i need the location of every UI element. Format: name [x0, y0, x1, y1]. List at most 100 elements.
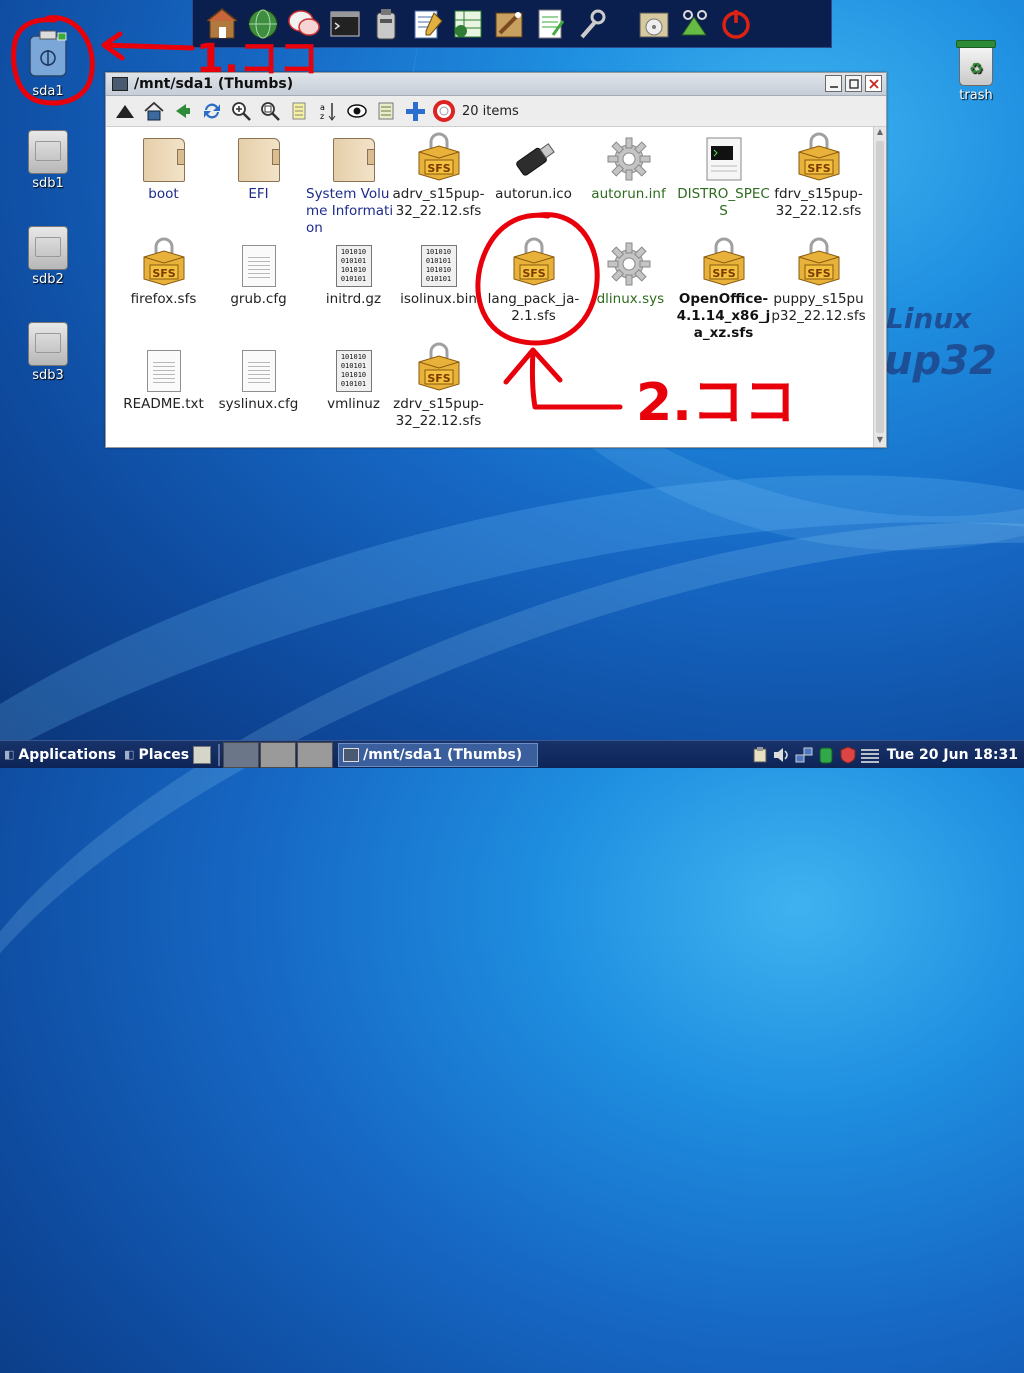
show-desktop-icon[interactable]	[193, 745, 212, 764]
file-item[interactable]: SFS firefox.sfs	[116, 235, 211, 308]
file-item[interactable]: SFS fdrv_s15pup-32_22.12.sfs	[771, 130, 866, 220]
desktop-icon-sdb1[interactable]: sdb1	[16, 130, 80, 191]
workspace-1[interactable]	[223, 741, 260, 768]
file-item[interactable]: SFS adrv_s15pup-32_22.12.sfs	[391, 130, 486, 220]
hard-drive-icon	[28, 226, 68, 270]
workspace-2[interactable]	[260, 741, 297, 768]
trash-can-icon	[956, 40, 996, 86]
file-name: firefox.sfs	[130, 291, 197, 307]
file-name: autorun.inf	[591, 186, 666, 202]
up-icon[interactable]	[112, 98, 138, 124]
file-name: fdrv_s15pup-32_22.12.sfs	[774, 186, 863, 219]
workspace-3[interactable]	[297, 741, 334, 768]
new-icon[interactable]	[402, 98, 428, 124]
maximize-button[interactable]	[845, 75, 862, 92]
scroll-up-arrow[interactable]: ▲	[874, 127, 886, 139]
desktop-icon-trash[interactable]: trash	[944, 40, 1008, 103]
show-hidden-icon[interactable]	[344, 98, 370, 124]
file-item[interactable]: SFS puppy_s15pup32_22.12.sfs	[771, 235, 866, 325]
file-item[interactable]: SFS zdrv_s15pup-32_22.12.sfs	[391, 340, 486, 430]
browser-globe-icon[interactable]	[244, 5, 281, 42]
places-menu[interactable]: ◧ Places	[120, 747, 193, 763]
terminal-icon[interactable]	[326, 5, 363, 42]
scroll-down-arrow[interactable]: ▼	[874, 435, 886, 447]
file-item[interactable]: ldlinux.sys	[581, 235, 676, 308]
settings-wrench-icon[interactable]	[572, 5, 609, 42]
file-item[interactable]: DISTRO_SPECS	[676, 130, 771, 220]
file-item[interactable]: EFI	[211, 130, 306, 203]
folder-icon	[211, 130, 306, 182]
applications-menu-label: Applications	[18, 746, 117, 763]
chat-icon[interactable]	[285, 5, 322, 42]
file-item[interactable]: SFS lang_pack_ja-2.1.sfs	[486, 235, 581, 325]
zoom-fit-icon[interactable]	[257, 98, 283, 124]
back-icon[interactable]	[170, 98, 196, 124]
screenshot-icon[interactable]	[676, 5, 713, 42]
power-icon[interactable]	[717, 5, 754, 42]
vertical-scrollbar[interactable]: ▲ ▼	[873, 127, 886, 447]
desktop-icon-sdb2[interactable]: sdb2	[16, 226, 80, 287]
clipboard-icon[interactable]	[751, 746, 769, 764]
annotation-arrow-1	[101, 31, 195, 61]
zoom-in-icon[interactable]	[228, 98, 254, 124]
file-name: zdrv_s15pup-32_22.12.sfs	[393, 396, 484, 429]
close-button[interactable]	[865, 75, 882, 92]
text-file-icon	[116, 340, 211, 392]
notes-icon[interactable]	[531, 5, 568, 42]
sfs-package-icon: SFS	[486, 235, 581, 287]
sfs-package-icon: SFS	[676, 235, 771, 287]
list-view-icon[interactable]	[286, 98, 312, 124]
file-item[interactable]: 101010 010101 101010 010101 vmlinuz	[306, 340, 401, 413]
file-item[interactable]: SFS OpenOffice-4.1.14_x86_ja_xz.sfs	[676, 235, 771, 342]
sort-icon[interactable]: az	[315, 98, 341, 124]
file-item[interactable]: syslinux.cfg	[211, 340, 306, 413]
file-name: vmlinuz	[327, 396, 380, 412]
usb-drive-icon[interactable]	[367, 5, 404, 42]
item-count: 20 items	[462, 103, 519, 119]
home-icon[interactable]	[141, 98, 167, 124]
spreadsheet-icon[interactable]	[449, 5, 486, 42]
binary-file-icon: 101010 010101 101010 010101	[306, 235, 401, 287]
file-name: OpenOffice-4.1.14_x86_ja_xz.sfs	[676, 291, 771, 341]
firewall-icon[interactable]	[839, 745, 857, 764]
file-item[interactable]: 101010 010101 101010 010101 isolinux.bin	[391, 235, 486, 308]
file-name: ldlinux.sys	[592, 291, 665, 307]
text-editor-icon[interactable]	[408, 5, 445, 42]
file-item[interactable]: autorun.ico	[486, 130, 581, 203]
desktop-icon-sda1[interactable]: sda1	[16, 30, 80, 99]
file-item[interactable]: autorun.inf	[581, 130, 676, 203]
file-item[interactable]: README.txt	[116, 340, 211, 413]
home-icon[interactable]	[203, 5, 240, 42]
config-gear-icon	[581, 130, 676, 182]
usb-drive-icon	[16, 30, 80, 82]
paint-icon[interactable]	[490, 5, 527, 42]
window-titlebar[interactable]: /mnt/sda1 (Thumbs)	[106, 73, 886, 96]
file-item[interactable]: 101010 010101 101010 010101 initrd.gz	[306, 235, 401, 308]
storage-icon[interactable]	[817, 746, 835, 764]
taskbar: ◧ Applications ◧ Places /mnt/sda1 (Thumb…	[0, 740, 1024, 768]
binary-file-icon: 101010 010101 101010 010101	[306, 340, 401, 392]
file-item[interactable]: boot	[116, 130, 211, 203]
volume-icon[interactable]	[773, 746, 791, 764]
network-icon[interactable]	[795, 746, 813, 764]
file-item[interactable]: System Volume Information	[306, 130, 401, 237]
desktop-icon-label: sdb1	[32, 176, 64, 191]
details-view-icon[interactable]	[373, 98, 399, 124]
hard-drive-icon	[28, 130, 68, 174]
sfs-package-icon: SFS	[771, 130, 866, 182]
keyboard-icon[interactable]	[860, 746, 879, 764]
refresh-icon[interactable]	[199, 98, 225, 124]
desktop-icon-sdb3[interactable]: sdb3	[16, 322, 80, 383]
file-name: initrd.gz	[325, 291, 382, 307]
sfs-package-icon: SFS	[391, 340, 486, 392]
clock[interactable]: Tue 20 Jun 18:31	[887, 747, 1018, 763]
cd-burner-icon[interactable]	[635, 5, 672, 42]
minimize-button[interactable]	[825, 75, 842, 92]
task-button-file-manager[interactable]: /mnt/sda1 (Thumbs)	[338, 742, 539, 767]
help-icon[interactable]	[431, 98, 457, 124]
scrollbar-thumb[interactable]	[876, 141, 884, 433]
config-gear-icon	[581, 235, 676, 287]
file-item[interactable]: grub.cfg	[211, 235, 306, 308]
applications-menu[interactable]: ◧ Applications	[0, 747, 120, 763]
hard-drive-icon	[28, 322, 68, 366]
